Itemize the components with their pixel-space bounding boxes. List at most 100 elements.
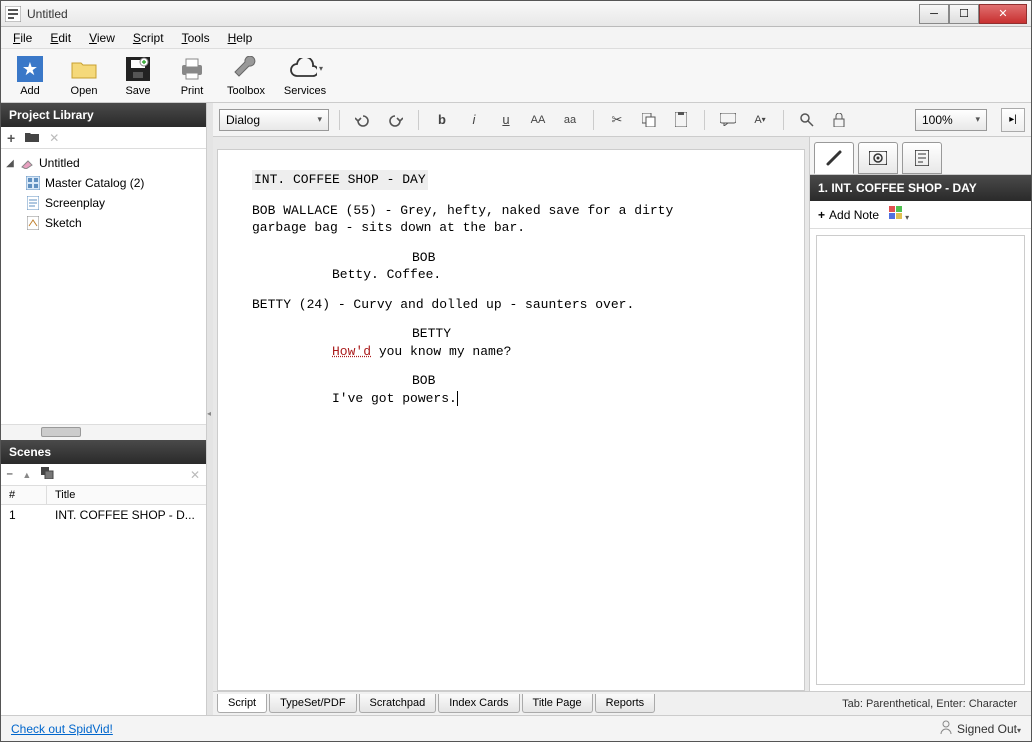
tab-typeset[interactable]: TypeSet/PDF [269, 694, 356, 713]
format-toolbar: Dialog b i u AA aa ✂ A▾ 100% [213, 103, 1031, 137]
find-button[interactable] [794, 109, 820, 131]
tree-root[interactable]: ◢ Untitled [5, 153, 202, 173]
expand-right-button[interactable]: ▸| [1001, 108, 1025, 132]
close-button[interactable]: ✕ [979, 4, 1027, 24]
media-tab[interactable] [858, 142, 898, 174]
menu-tools[interactable]: Tools [174, 29, 218, 47]
tree-item[interactable]: Screenplay [5, 193, 202, 213]
scenes-toolbar: ━ ▲ ✕ [1, 464, 206, 486]
promo-link[interactable]: Check out SpidVid! [11, 722, 113, 736]
bold-button[interactable]: b [429, 109, 455, 131]
library-toolbar: + ✕ [1, 127, 206, 149]
character-name[interactable]: BETTY [412, 325, 770, 343]
keyboard-hint: Tab: Parenthetical, Enter: Character [842, 698, 1027, 710]
user-icon [939, 720, 953, 737]
print-button[interactable]: Print [171, 55, 213, 97]
zoom-dropdown[interactable]: 100% [915, 109, 987, 131]
tree-item[interactable]: Sketch [5, 213, 202, 233]
catalog-icon [25, 175, 41, 191]
copy-button[interactable] [636, 109, 662, 131]
action-text[interactable]: BOB WALLACE (55) - Grey, hefty, naked sa… [252, 202, 770, 220]
menu-help[interactable]: Help [220, 29, 261, 47]
menubar: File Edit View Script Tools Help [1, 27, 1031, 49]
collapse-icon[interactable]: ━ [7, 469, 12, 480]
close-panel-icon[interactable]: ✕ [190, 468, 200, 482]
signed-out-label[interactable]: Signed Out▾ [957, 722, 1021, 736]
paste-button[interactable] [668, 109, 694, 131]
svg-text:★: ★ [22, 59, 38, 79]
cut-button[interactable]: ✂ [604, 109, 630, 131]
comment-button[interactable] [715, 109, 741, 131]
font-button[interactable]: A▾ [747, 109, 773, 131]
scenes-header: Scenes [1, 440, 206, 464]
report-tab[interactable] [902, 142, 942, 174]
tab-reports[interactable]: Reports [595, 694, 656, 713]
uppercase-button[interactable]: AA [525, 109, 551, 131]
document-icon [25, 195, 41, 211]
main-toolbar: ★ Add Open Save Print Toolbox ▾ Services [1, 49, 1031, 103]
dialog-text[interactable]: How'd you know my name? [332, 343, 670, 361]
notes-tab[interactable] [814, 142, 854, 174]
statusbar: Check out SpidVid! Signed Out▾ [1, 715, 1031, 741]
save-icon [124, 55, 152, 83]
twisty-icon[interactable]: ◢ [5, 158, 15, 169]
save-button[interactable]: Save [117, 55, 159, 97]
minimize-button[interactable]: ─ [919, 4, 949, 24]
menu-view[interactable]: View [81, 29, 123, 47]
lock-button[interactable] [826, 109, 852, 131]
scene-row[interactable]: 1 INT. COFFEE SHOP - D... [1, 505, 206, 525]
notes-area[interactable] [816, 235, 1025, 685]
wrench-icon [232, 55, 260, 83]
services-button[interactable]: ▾ Services [279, 55, 331, 97]
print-icon [178, 55, 206, 83]
tab-scratchpad[interactable]: Scratchpad [359, 694, 437, 713]
add-button[interactable]: ★ Add [9, 55, 51, 97]
add-item-icon[interactable]: + [7, 130, 15, 146]
tree-item[interactable]: Master Catalog (2) [5, 173, 202, 193]
color-picker-icon[interactable]: ▾ [889, 206, 909, 223]
editor-area[interactable]: INT. COFFEE SHOP - DAY BOB WALLACE (55) … [213, 137, 809, 691]
add-note-button[interactable]: + Add Note [818, 208, 879, 222]
folder-icon [70, 55, 98, 83]
dialog-text[interactable]: Betty. Coffee. [332, 266, 670, 284]
action-text[interactable]: garbage bag - sits down at the bar. [252, 219, 770, 237]
lowercase-button[interactable]: aa [557, 109, 583, 131]
sketch-icon [25, 215, 41, 231]
tree-hscroll[interactable] [1, 424, 206, 440]
menu-script[interactable]: Script [125, 29, 172, 47]
script-page[interactable]: INT. COFFEE SHOP - DAY BOB WALLACE (55) … [217, 149, 805, 691]
star-icon: ★ [16, 55, 44, 83]
cloud-icon: ▾ [287, 55, 323, 83]
titlebar: Untitled ─ ☐ ✕ [1, 1, 1031, 27]
folder-small-icon[interactable] [25, 131, 39, 145]
tab-script[interactable]: Script [217, 694, 267, 713]
element-dropdown[interactable]: Dialog [219, 109, 329, 131]
eraser-icon [19, 155, 35, 171]
character-name[interactable]: BOB [412, 249, 770, 267]
window-title: Untitled [27, 7, 919, 21]
menu-edit[interactable]: Edit [42, 29, 79, 47]
scene-heading[interactable]: INT. COFFEE SHOP - DAY [252, 170, 428, 190]
tab-index-cards[interactable]: Index Cards [438, 694, 519, 713]
up-icon[interactable]: ▲ [22, 470, 31, 480]
dialog-text[interactable]: I've got powers. [332, 390, 670, 408]
redo-button[interactable] [382, 109, 408, 131]
delete-item-icon[interactable]: ✕ [49, 131, 59, 145]
open-button[interactable]: Open [63, 55, 105, 97]
current-scene-title: 1. INT. COFFEE SHOP - DAY [810, 175, 1031, 201]
app-icon [5, 6, 21, 22]
underline-button[interactable]: u [493, 109, 519, 131]
toolbox-button[interactable]: Toolbox [225, 55, 267, 97]
maximize-button[interactable]: ☐ [949, 4, 979, 24]
undo-button[interactable] [350, 109, 376, 131]
notes-toolbar: + Add Note ▾ [810, 201, 1031, 229]
scenes-columns: # Title [1, 486, 206, 505]
right-panel-tabs [810, 137, 1031, 175]
project-tree[interactable]: ◢ Untitled Master Catalog (2) Screenplay… [1, 149, 206, 424]
cards-icon[interactable] [41, 467, 55, 482]
tab-title-page[interactable]: Title Page [522, 694, 593, 713]
character-name[interactable]: BOB [412, 372, 770, 390]
action-text[interactable]: BETTY (24) - Curvy and dolled up - saunt… [252, 296, 770, 314]
italic-button[interactable]: i [461, 109, 487, 131]
menu-file[interactable]: File [5, 29, 40, 47]
